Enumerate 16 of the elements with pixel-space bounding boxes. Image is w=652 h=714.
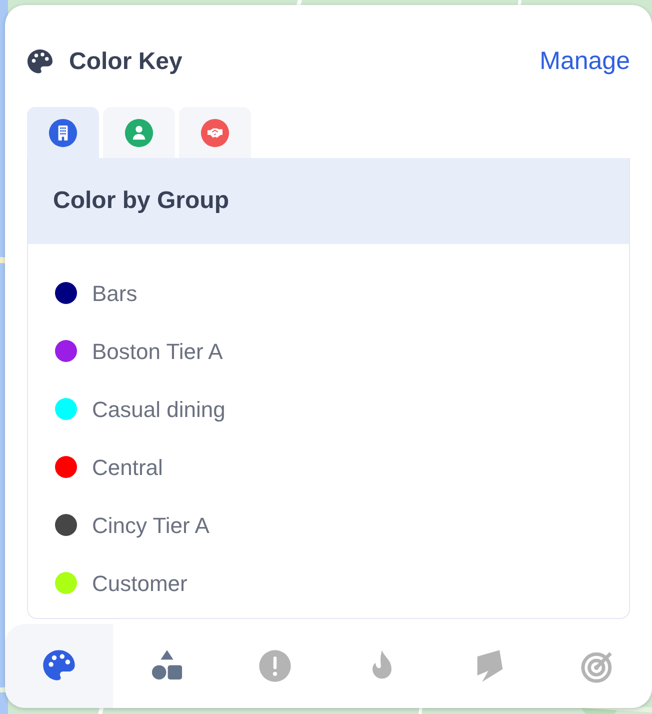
- person-icon: [124, 118, 154, 148]
- legend-label: Bars: [92, 280, 138, 308]
- tab[interactable]: [103, 107, 175, 158]
- tab[interactable]: [27, 107, 99, 158]
- toolbar-button[interactable]: [5, 624, 113, 708]
- group-heading: Color by Group: [28, 158, 629, 244]
- legend-label: Cincy Tier A: [92, 512, 210, 540]
- manage-link[interactable]: Manage: [540, 43, 630, 81]
- tab[interactable]: [179, 107, 251, 158]
- panel-title: Color Key: [69, 47, 182, 77]
- legend-label: Casual dining: [92, 396, 226, 424]
- legend-label: Customer: [92, 570, 188, 598]
- building-icon: [48, 118, 78, 148]
- legend-label: Central: [92, 454, 163, 482]
- handshake-icon: [200, 118, 230, 148]
- legend-label: Boston Tier A: [92, 338, 223, 366]
